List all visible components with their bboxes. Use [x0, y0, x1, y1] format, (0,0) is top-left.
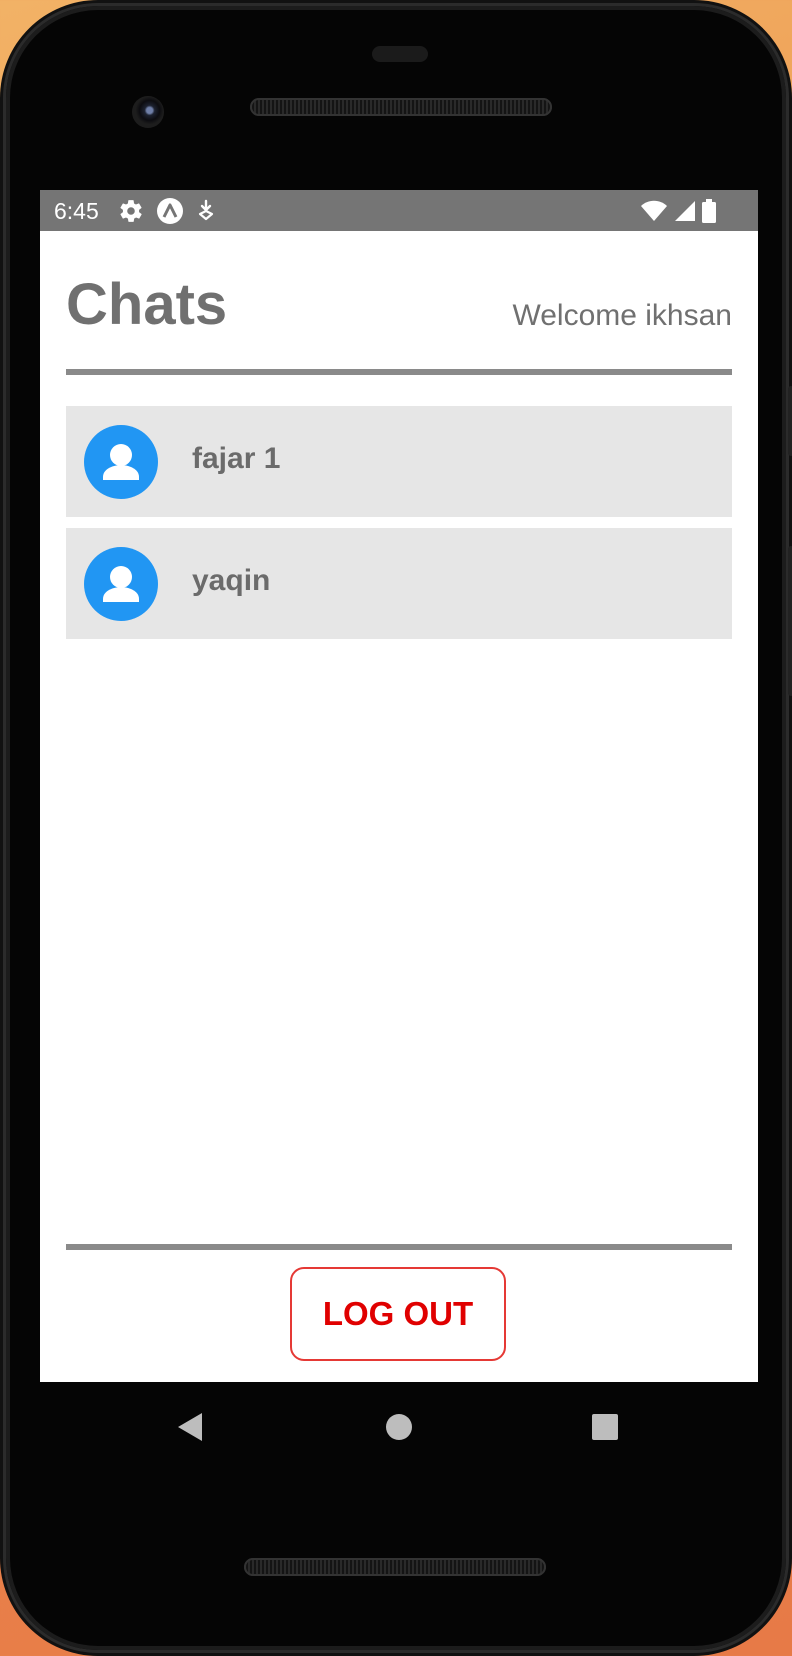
- welcome-text: Welcome ikhsan: [512, 299, 732, 332]
- chats-screen: Chats Welcome ikhsan fajar 1 yaqin LOG O…: [40, 231, 758, 1382]
- status-bar: 6:45: [40, 190, 758, 231]
- chat-item-fajar-1[interactable]: fajar 1: [66, 406, 732, 517]
- bottom-divider: [66, 1244, 732, 1250]
- home-icon[interactable]: [379, 1407, 419, 1447]
- download-icon: [198, 199, 214, 221]
- earpiece: [372, 46, 428, 62]
- top-speaker: [250, 98, 552, 116]
- header: Chats Welcome ikhsan: [66, 271, 732, 351]
- front-camera: [132, 96, 164, 128]
- bottom-speaker: [244, 1558, 546, 1576]
- signal-icon: [675, 201, 695, 221]
- navigation-bar: [40, 1382, 758, 1472]
- app-screen: 6:45 Chats Welcome ikhsan fajar 1 yaqin …: [40, 190, 758, 1382]
- avatar: [84, 547, 158, 621]
- person-icon: [103, 444, 139, 480]
- logout-button[interactable]: LOG OUT: [290, 1267, 506, 1361]
- battery-icon: [702, 199, 716, 223]
- chat-list: fajar 1 yaqin: [66, 406, 732, 650]
- autofill-icon: [157, 198, 183, 224]
- volume-button: [788, 546, 792, 696]
- back-icon[interactable]: [170, 1407, 210, 1447]
- status-time: 6:45: [54, 198, 99, 224]
- wifi-icon: [641, 200, 667, 221]
- page-title: Chats: [66, 272, 228, 337]
- top-divider: [66, 369, 732, 375]
- recents-icon[interactable]: [585, 1407, 625, 1447]
- gear-icon: [120, 200, 142, 222]
- avatar: [84, 425, 158, 499]
- chat-name: fajar 1: [192, 442, 281, 475]
- power-button: [788, 386, 792, 456]
- chat-item-yaqin[interactable]: yaqin: [66, 528, 732, 639]
- person-icon: [103, 566, 139, 602]
- chat-name: yaqin: [192, 564, 271, 597]
